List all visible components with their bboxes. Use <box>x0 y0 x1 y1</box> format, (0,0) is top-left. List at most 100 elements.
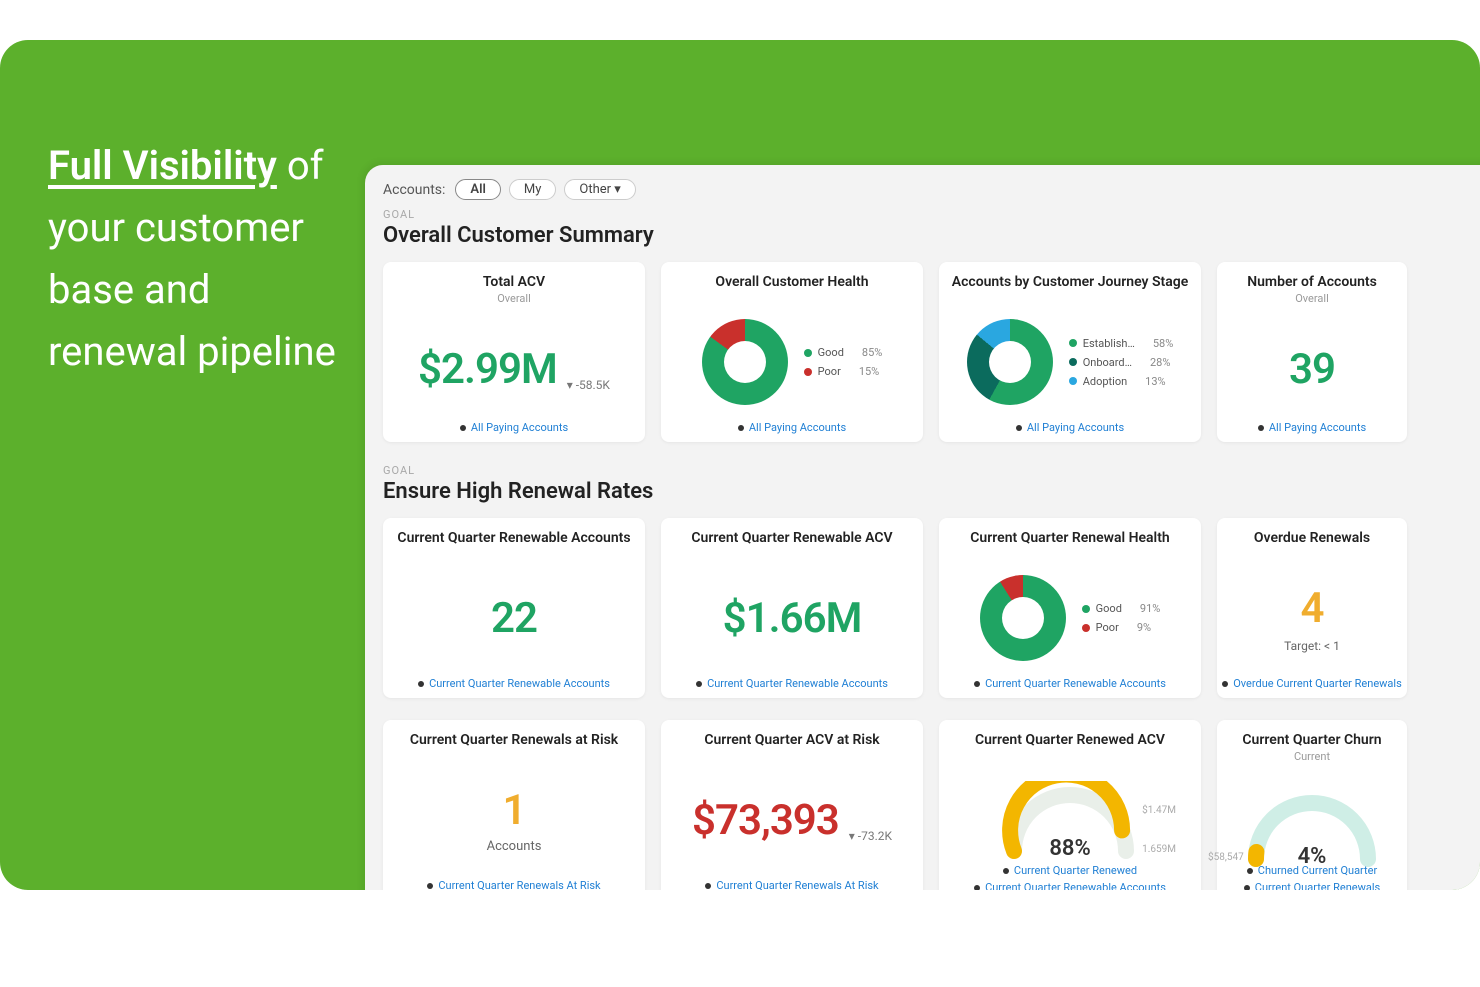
section-title: Ensure High Renewal Rates <box>383 479 1480 504</box>
bullet-icon <box>974 885 980 891</box>
accounts-filter-label: Accounts: <box>383 182 445 198</box>
card-cq-churn[interactable]: Current Quarter Churn Current $58,547 4%… <box>1217 720 1407 890</box>
donut-ring <box>967 319 1053 405</box>
metric-value: 1 <box>503 786 526 835</box>
legend-value: 28% <box>1150 356 1170 369</box>
donut-chart: Establish… 58% Onboard… 28% Adoption 13% <box>967 319 1174 405</box>
card-footer: Overdue Current Quarter Renewals <box>1217 677 1407 690</box>
card-title: Current Quarter ACV at Risk <box>704 732 879 748</box>
card-footer-link[interactable]: Overdue Current Quarter Renewals <box>1233 677 1402 690</box>
card-footer: Current Quarter Renewed Current Quarter … <box>939 864 1201 890</box>
metric-block: $73,393 ▾ -73.2K <box>692 796 892 845</box>
bullet-icon <box>696 681 702 687</box>
card-footer-link[interactable]: Current Quarter Renewable Accounts <box>985 677 1166 690</box>
card-title: Overdue Renewals <box>1254 530 1370 546</box>
bullet-icon <box>460 425 466 431</box>
metric-value: $2.99M <box>418 345 557 394</box>
donut-ring <box>980 575 1066 661</box>
card-footer-link[interactable]: Current Quarter Renewals At Risk <box>716 879 878 890</box>
card-journey-stage[interactable]: Accounts by Customer Journey Stage Estab… <box>939 262 1201 442</box>
accounts-filter: Accounts: All My Other ▾ <box>383 179 1480 200</box>
card-cq-renewal-health[interactable]: Current Quarter Renewal Health Good 91% … <box>939 518 1201 698</box>
card-title: Current Quarter Churn <box>1242 732 1381 748</box>
card-overdue-renewals[interactable]: Overdue Renewals 4 Target: < 1 Overdue C… <box>1217 518 1407 698</box>
card-row: Current Quarter Renewals at Risk 1 Accou… <box>383 720 1480 890</box>
card-footer-link[interactable]: All Paying Accounts <box>471 421 568 434</box>
filter-pill-other[interactable]: Other ▾ <box>564 179 635 200</box>
card-footer-link[interactable]: Current Quarter Renewable Accounts <box>985 881 1166 890</box>
metric-block: 22 <box>491 594 537 643</box>
metric-block: 4 Target: < 1 <box>1284 584 1340 653</box>
card-footer-link[interactable]: Current Quarter Renewable Accounts <box>707 677 888 690</box>
card-footer: Current Quarter Renewable Accounts <box>939 677 1201 690</box>
bullet-icon <box>1222 681 1228 687</box>
bullet-icon <box>1016 425 1022 431</box>
card-title: Number of Accounts <box>1247 274 1377 290</box>
card-subtitle: Overall <box>497 292 531 305</box>
metric-value: 4 <box>1301 584 1324 633</box>
legend-value: 58% <box>1153 337 1173 350</box>
metric-value: $73,393 <box>692 796 839 845</box>
card-total-acv[interactable]: Total ACV Overall $2.99M ▾ -58.5K All Pa… <box>383 262 645 442</box>
card-title: Accounts by Customer Journey Stage <box>952 274 1188 290</box>
legend-value: 91% <box>1140 602 1160 615</box>
card-title: Current Quarter Renewed ACV <box>975 732 1165 748</box>
card-footer-link[interactable]: All Paying Accounts <box>1269 421 1366 434</box>
legend-label: Good <box>818 346 844 359</box>
card-cq-acv-at-risk[interactable]: Current Quarter ACV at Risk $73,393 ▾ -7… <box>661 720 923 890</box>
card-footer-link[interactable]: Current Quarter Renewed <box>1014 864 1137 877</box>
metric-block: $1.66M <box>723 594 862 643</box>
metric-block: 1 Accounts <box>487 786 542 854</box>
donut-chart: Good 85% Poor 15% <box>702 319 883 405</box>
chart-legend: Good 91% Poor 9% <box>1082 602 1161 634</box>
metric-block: 39 <box>1289 345 1335 394</box>
goal-label: GOAL <box>383 208 1480 221</box>
card-title: Total ACV <box>483 274 545 290</box>
section-title: Overall Customer Summary <box>383 223 1480 248</box>
legend-row: Onboard… 28% <box>1069 356 1174 369</box>
gauge-left-label: $58,547 <box>1208 852 1244 863</box>
card-num-accounts[interactable]: Number of Accounts Overall 39 All Paying… <box>1217 262 1407 442</box>
card-cq-at-risk[interactable]: Current Quarter Renewals at Risk 1 Accou… <box>383 720 645 890</box>
card-footer-link[interactable]: Current Quarter Renewals At Risk <box>438 879 600 890</box>
filter-pill-my[interactable]: My <box>509 179 557 200</box>
card-footer-link[interactable]: All Paying Accounts <box>749 421 846 434</box>
legend-label: Poor <box>1096 621 1119 634</box>
card-footer-link[interactable]: Current Quarter Renewable Accounts <box>429 677 610 690</box>
card-footer-link[interactable]: Current Quarter Renewals <box>1255 881 1380 890</box>
card-footer: All Paying Accounts <box>661 421 923 434</box>
card-footer-link[interactable]: Churned Current Quarter <box>1258 864 1377 877</box>
legend-label: Onboard… <box>1083 356 1132 369</box>
bullet-icon <box>427 883 433 889</box>
card-footer: All Paying Accounts <box>1217 421 1407 434</box>
metric-target: Target: < 1 <box>1284 639 1340 653</box>
legend-row: Poor 9% <box>1082 621 1161 634</box>
legend-swatch <box>1069 339 1077 347</box>
legend-row: Good 85% <box>804 346 883 359</box>
card-row: Current Quarter Renewable Accounts 22 Cu… <box>383 518 1480 698</box>
card-title: Overall Customer Health <box>715 274 868 290</box>
legend-label: Poor <box>818 365 841 378</box>
dashboard: Accounts: All My Other ▾ GOAL Overall Cus… <box>365 165 1480 890</box>
legend-swatch <box>1069 358 1077 366</box>
legend-swatch <box>804 349 812 357</box>
gauge-right-top: $1.47M <box>1142 805 1176 816</box>
card-footer-link[interactable]: All Paying Accounts <box>1027 421 1124 434</box>
legend-label: Adoption <box>1083 375 1127 388</box>
card-cq-renewable-acv[interactable]: Current Quarter Renewable ACV $1.66M Cur… <box>661 518 923 698</box>
card-footer: All Paying Accounts <box>939 421 1201 434</box>
filter-pill-all[interactable]: All <box>455 179 500 200</box>
card-overall-health[interactable]: Overall Customer Health Good 85% Poor 15… <box>661 262 923 442</box>
gauge-value: 88% <box>1000 836 1140 861</box>
legend-label: Good <box>1096 602 1122 615</box>
metric-value: 39 <box>1289 345 1335 394</box>
card-title: Current Quarter Renewable ACV <box>691 530 892 546</box>
card-title: Current Quarter Renewable Accounts <box>397 530 630 546</box>
goal-label: GOAL <box>383 464 1480 477</box>
bullet-icon <box>705 883 711 889</box>
chart-legend: Good 85% Poor 15% <box>804 346 883 378</box>
card-cq-renewed-acv[interactable]: Current Quarter Renewed ACV $1.47M 1.659… <box>939 720 1201 890</box>
metric-delta: ▾ -58.5K <box>567 378 610 392</box>
card-cq-renewable-accts[interactable]: Current Quarter Renewable Accounts 22 Cu… <box>383 518 645 698</box>
bullet-icon <box>1003 868 1009 874</box>
